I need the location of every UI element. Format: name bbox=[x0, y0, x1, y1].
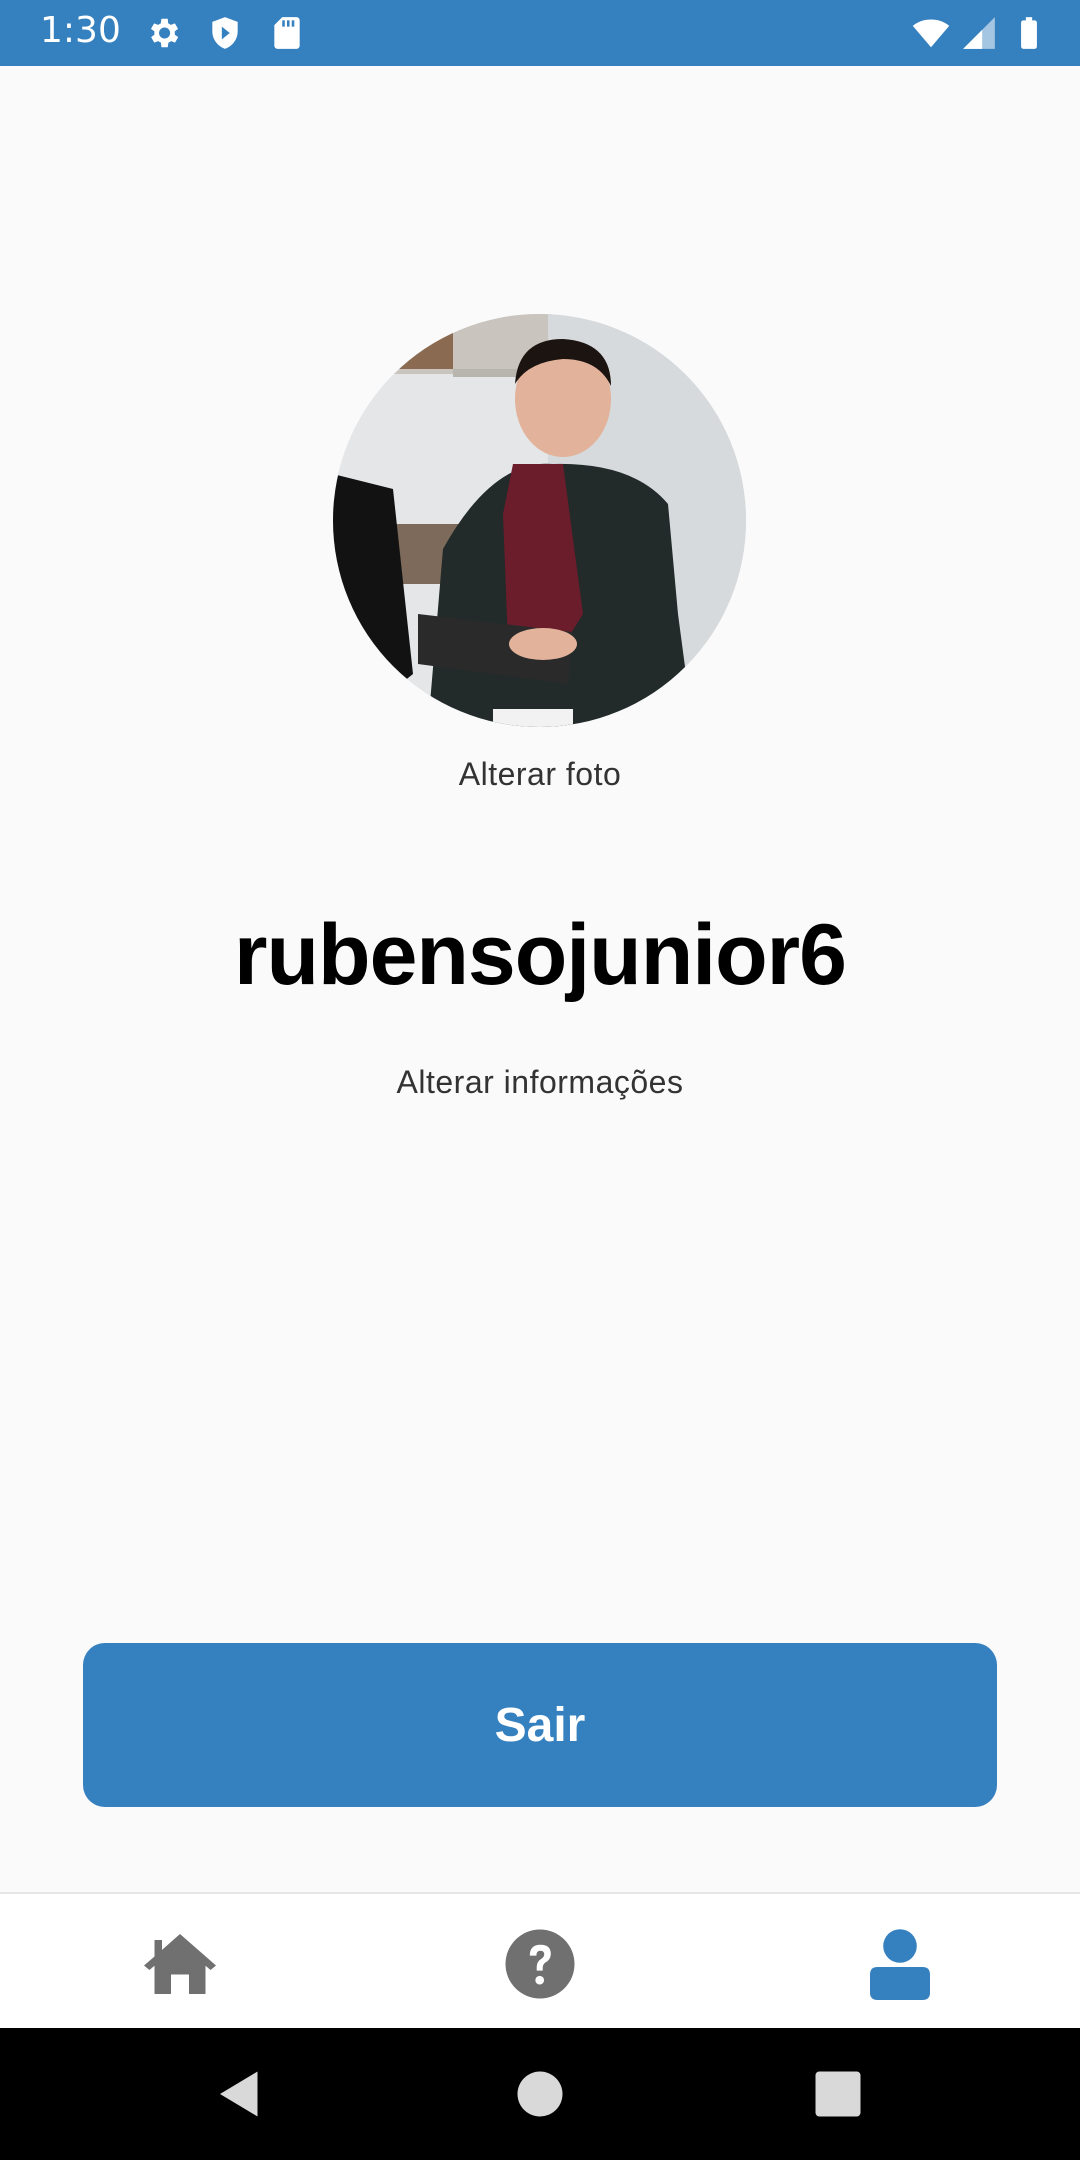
profile-screen: Alterar foto rubensojunior6 Alterar info… bbox=[0, 66, 1080, 1892]
sd-card-icon bbox=[274, 17, 300, 49]
nav-home[interactable] bbox=[140, 1924, 220, 2004]
recents-icon[interactable] bbox=[808, 2064, 868, 2124]
back-icon[interactable] bbox=[210, 2064, 270, 2124]
avatar[interactable] bbox=[333, 314, 746, 727]
status-bar: 1:30 bbox=[0, 0, 1080, 66]
user-icon bbox=[870, 1929, 930, 2000]
profile-photo bbox=[333, 314, 746, 727]
nav-profile[interactable] bbox=[860, 1924, 940, 2004]
system-nav-bar bbox=[0, 2028, 1080, 2160]
signal-icon bbox=[963, 17, 995, 49]
change-info-link[interactable]: Alterar informações bbox=[0, 1064, 1080, 1101]
battery-icon bbox=[1021, 17, 1037, 49]
home-icon bbox=[144, 1934, 216, 1994]
home-circle-icon[interactable] bbox=[510, 2064, 570, 2124]
username: rubensojunior6 bbox=[234, 907, 847, 1003]
bottom-nav bbox=[0, 1892, 1080, 2030]
change-photo-link[interactable]: Alterar foto bbox=[0, 756, 1080, 793]
help-icon bbox=[505, 1929, 575, 1999]
gear-icon bbox=[150, 18, 179, 48]
logout-button[interactable]: Sair bbox=[83, 1643, 997, 1807]
status-time: 1:30 bbox=[40, 10, 121, 51]
shield-icon bbox=[212, 17, 238, 49]
nav-help[interactable] bbox=[500, 1924, 580, 2004]
wifi-icon bbox=[912, 19, 950, 48]
